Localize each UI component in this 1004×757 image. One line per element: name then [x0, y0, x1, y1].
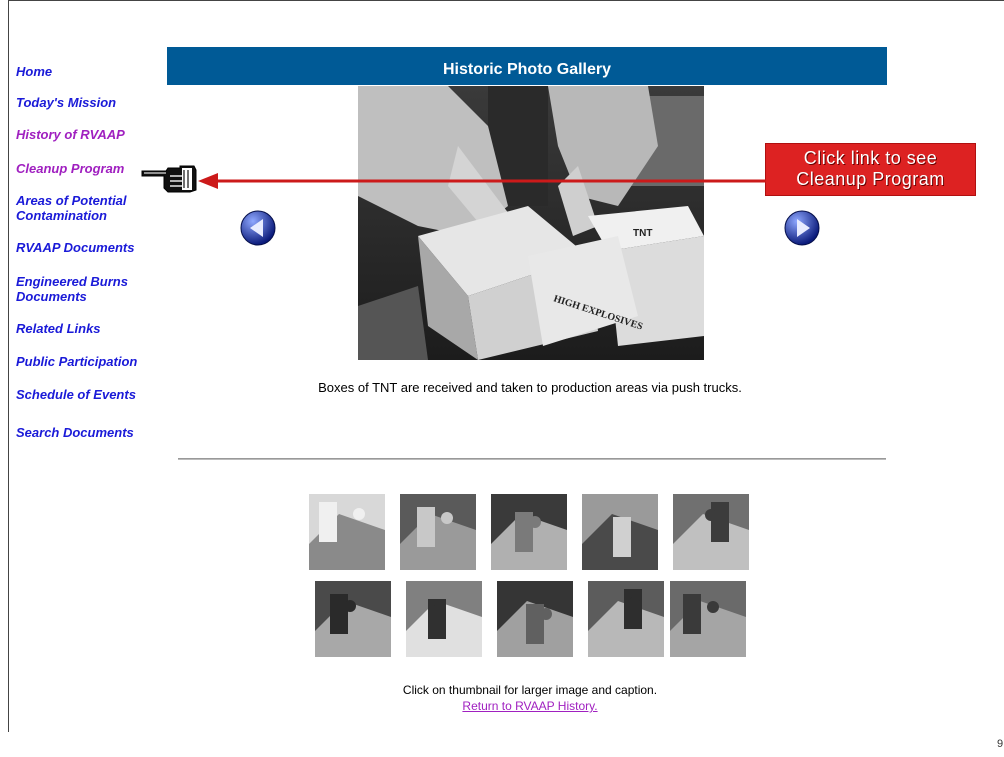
thumbnail-image: [497, 581, 573, 657]
sidebar-item-home[interactable]: Home: [16, 64, 52, 79]
sidebar-item-rvaap-documents[interactable]: RVAAP Documents: [16, 240, 134, 255]
thumbnail-10[interactable]: [670, 581, 746, 657]
callout-line-1: Click link to see: [803, 148, 938, 168]
thumbnail-image: [491, 494, 567, 570]
thumbnail-hint: Click on thumbnail for larger image and …: [402, 683, 658, 697]
sidebar-item-areas-contamination[interactable]: Areas of Potential Contamination: [16, 193, 146, 223]
annotation-arrow: [198, 173, 766, 189]
next-arrow-button[interactable]: [784, 210, 820, 246]
box-label-tnt: TNT: [633, 228, 652, 239]
thumbnail-image: [315, 581, 391, 657]
main-photo-image: TNT HIGH EXPLOSIVES: [358, 86, 704, 360]
thumbnail-2[interactable]: [400, 494, 476, 570]
thumbnail-7[interactable]: [406, 581, 482, 657]
sidebar-item-todays-mission[interactable]: Today's Mission: [16, 95, 116, 110]
main-photo: TNT HIGH EXPLOSIVES: [358, 86, 704, 360]
gallery-title: Historic Photo Gallery: [167, 47, 887, 85]
thumbnail-4[interactable]: [582, 494, 658, 570]
thumbnail-3[interactable]: [491, 494, 567, 570]
thumbnail-image: [673, 494, 749, 570]
thumbnail-9[interactable]: [588, 581, 664, 657]
photo-caption: Boxes of TNT are received and taken to p…: [318, 380, 742, 395]
previous-arrow-button[interactable]: [240, 210, 276, 246]
sidebar-item-engineered-burns[interactable]: Engineered Burns Documents: [16, 274, 146, 304]
annotation-callout: Click link to see Cleanup Program: [765, 143, 976, 196]
divider: [178, 458, 886, 460]
sidebar-item-history[interactable]: History of RVAAP: [16, 127, 125, 142]
left-arrow-icon: [240, 210, 276, 246]
thumbnail-image: [582, 494, 658, 570]
sidebar-item-public-participation[interactable]: Public Participation: [16, 354, 137, 369]
thumbnail-1[interactable]: [309, 494, 385, 570]
thumbnail-image: [670, 581, 746, 657]
return-link-row: Return to RVAAP History.: [200, 699, 860, 713]
thumbnail-image: [406, 581, 482, 657]
sidebar-item-related-links[interactable]: Related Links: [16, 321, 101, 336]
right-arrow-icon: [784, 210, 820, 246]
sidebar-item-search-documents[interactable]: Search Documents: [16, 425, 134, 440]
sidebar-item-schedule-events[interactable]: Schedule of Events: [16, 387, 136, 402]
thumbnail-6[interactable]: [315, 581, 391, 657]
pointing-hand-icon: [141, 165, 197, 193]
thumbnail-image: [400, 494, 476, 570]
return-to-history-link[interactable]: Return to RVAAP History.: [462, 699, 597, 713]
page-number: 9: [997, 738, 1004, 750]
thumbnail-image: [309, 494, 385, 570]
callout-line-2: Cleanup Program: [796, 169, 945, 189]
sidebar-item-cleanup-program[interactable]: Cleanup Program: [16, 161, 124, 176]
thumbnail-5[interactable]: [673, 494, 749, 570]
thumbnail-image: [588, 581, 664, 657]
thumbnail-8[interactable]: [497, 581, 573, 657]
